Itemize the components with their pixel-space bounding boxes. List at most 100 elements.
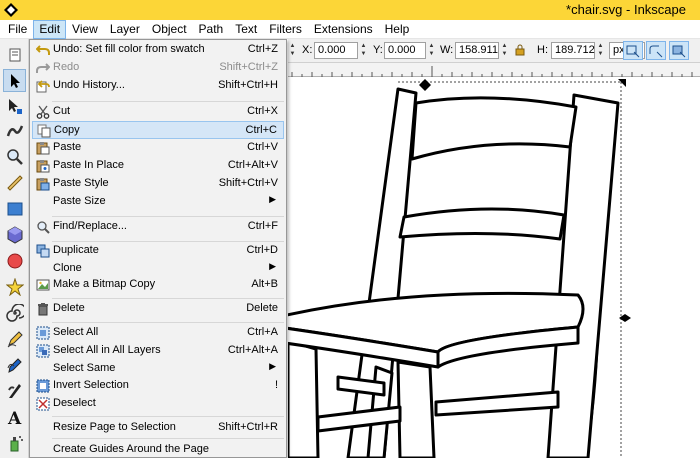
3d-box-tool-icon[interactable]: [3, 223, 26, 246]
menu-help[interactable]: Help: [380, 21, 415, 38]
bitmap-copy-icon: [36, 279, 50, 291]
zoom-tool-icon[interactable]: [3, 145, 26, 168]
scale-handle-right[interactable]: [619, 314, 625, 322]
pen-tool-icon[interactable]: [3, 353, 26, 376]
invert-selection-icon: [36, 379, 50, 393]
menu-item-paste[interactable]: Paste Ctrl+V: [32, 139, 284, 157]
menu-separator: [52, 322, 284, 323]
lock-icon[interactable]: [515, 44, 525, 56]
y-field[interactable]: 0.000: [384, 42, 426, 59]
menu-item-label: Select All in All Layers: [53, 344, 161, 356]
menu-item-label: Find/Replace...: [53, 220, 127, 232]
menu-item-shortcut: Alt+B: [251, 278, 278, 290]
menu-item-shortcut: Ctrl+A: [247, 326, 278, 338]
w-field[interactable]: 158.911: [455, 42, 499, 59]
menu-item-shortcut: Ctrl+F: [247, 220, 278, 232]
menu-item-invert-selection[interactable]: Invert Selection !: [32, 377, 284, 395]
spray-tool-icon[interactable]: [3, 431, 26, 454]
commands-icon[interactable]: [3, 43, 26, 66]
menu-edit[interactable]: Edit: [33, 19, 67, 39]
menu-extensions[interactable]: Extensions: [309, 21, 378, 38]
move-gradients-toggle[interactable]: [669, 41, 689, 60]
menu-item-label: Select All: [53, 326, 99, 338]
menu-item-create-guides[interactable]: Create Guides Around the Page: [32, 441, 284, 458]
menu-item-label: Paste Size: [53, 195, 106, 207]
menu-item-undo[interactable]: Undo: Set fill color from swatch Ctrl+Z: [32, 41, 284, 59]
menu-item-label: Copy: [54, 124, 80, 136]
menu-filters[interactable]: Filters: [264, 21, 307, 38]
h-spin[interactable]: ▲ ▼: [596, 42, 605, 59]
menu-item-delete[interactable]: Delete Delete: [32, 300, 284, 318]
pencil-tool-icon[interactable]: [3, 327, 26, 350]
scale-handle-top[interactable]: [419, 79, 431, 85]
menu-item-paste-size[interactable]: Paste Size ▶: [32, 193, 284, 211]
menu-item-select-same[interactable]: Select Same ▶: [32, 360, 284, 378]
menu-item-paste-in-place[interactable]: Paste In Place Ctrl+Alt+V: [32, 157, 284, 175]
menu-item-find-replace[interactable]: Find/Replace... Ctrl+F: [32, 218, 284, 236]
tweak-tool-icon[interactable]: [3, 119, 26, 142]
svg-text:A: A: [7, 409, 22, 426]
scale-stroke-toggle[interactable]: [623, 41, 643, 60]
node-tool-icon[interactable]: [3, 94, 26, 117]
menu-item-cut[interactable]: Cut Ctrl+X: [32, 103, 284, 121]
h-field[interactable]: 189.712: [551, 42, 595, 59]
w-spin[interactable]: ▲ ▼: [500, 42, 509, 59]
star-tool-icon[interactable]: [3, 275, 26, 298]
menu-item-select-all-layers[interactable]: Select All in All Layers Ctrl+Alt+A: [32, 342, 284, 360]
menu-item-bitmap-copy[interactable]: Make a Bitmap Copy Alt+B: [32, 276, 284, 294]
edit-menu: Undo: Set fill color from swatch Ctrl+Z …: [29, 39, 287, 458]
paste-icon: [36, 142, 50, 155]
menu-item-shortcut: Ctrl+Alt+V: [227, 159, 278, 171]
menu-item-shortcut: Delete: [246, 302, 278, 314]
title-bar: *chair.svg - Inkscape: [0, 0, 700, 20]
calligraphy-tool-icon[interactable]: [3, 379, 26, 402]
chair-drawing[interactable]: [288, 77, 700, 458]
y-spin[interactable]: ▲ ▼: [427, 42, 436, 59]
menu-item-shortcut: Shift+Ctrl+Z: [219, 61, 278, 73]
menu-layer[interactable]: Layer: [105, 21, 145, 38]
redo-icon: [36, 63, 50, 73]
scale-stroke-icon: [626, 45, 640, 58]
x-spin[interactable]: ▲ ▼: [359, 42, 368, 59]
menu-separator: [52, 416, 284, 417]
move-gradients-icon: [672, 45, 686, 58]
menu-item-select-all[interactable]: Select All Ctrl+A: [32, 324, 284, 342]
duplicate-icon: [36, 244, 50, 258]
menu-item-resize-page[interactable]: Resize Page to Selection Shift+Ctrl+R: [32, 419, 284, 437]
measure-tool-icon[interactable]: [3, 171, 26, 194]
menu-item-shortcut: Ctrl+Alt+A: [227, 344, 278, 356]
menu-item-label: Deselect: [53, 397, 96, 409]
spiral-tool-icon[interactable]: [3, 301, 26, 324]
w-label: W:: [440, 44, 454, 56]
menu-item-copy[interactable]: Copy Ctrl+C: [32, 121, 284, 139]
delete-icon: [38, 303, 48, 316]
menu-path[interactable]: Path: [194, 21, 229, 38]
menu-separator: [52, 298, 284, 299]
rectangle-tool-icon[interactable]: [3, 197, 26, 220]
menu-item-shortcut: Ctrl+D: [246, 244, 278, 256]
menu-item-label: Make a Bitmap Copy: [53, 278, 156, 290]
text-tool-icon[interactable]: A: [3, 405, 26, 428]
menu-item-label: Paste: [53, 141, 82, 153]
menu-item-label: Undo: Set fill color from swatch: [53, 43, 205, 55]
menu-item-label: Clone: [53, 262, 82, 274]
menu-item-shortcut: Shift+Ctrl+R: [218, 421, 278, 433]
menu-text[interactable]: Text: [230, 21, 262, 38]
scale-corners-toggle[interactable]: [646, 41, 666, 60]
selector-tool-icon[interactable]: [3, 69, 26, 92]
drawing-canvas[interactable]: [288, 77, 700, 458]
ellipse-tool-icon[interactable]: [3, 249, 26, 272]
menu-item-deselect[interactable]: Deselect: [32, 395, 284, 413]
menu-item-paste-style[interactable]: Paste Style Shift+Ctrl+V: [32, 175, 284, 193]
menu-item-duplicate[interactable]: Duplicate Ctrl+D: [32, 242, 284, 260]
horizontal-ruler[interactable]: [288, 63, 700, 77]
x-stepper[interactable]: ▲ ▼: [288, 42, 297, 59]
menu-view[interactable]: View: [67, 21, 103, 38]
menu-item-shortcut: Ctrl+C: [245, 124, 277, 136]
menu-file[interactable]: File: [3, 21, 32, 38]
scale-handle-corner[interactable]: [618, 79, 626, 87]
menu-item-redo[interactable]: Redo Shift+Ctrl+Z: [32, 59, 284, 77]
x-field[interactable]: 0.000: [314, 42, 358, 59]
menu-object[interactable]: Object: [147, 21, 192, 38]
menu-item-undo-history[interactable]: Undo History... Shift+Ctrl+H: [32, 77, 284, 95]
